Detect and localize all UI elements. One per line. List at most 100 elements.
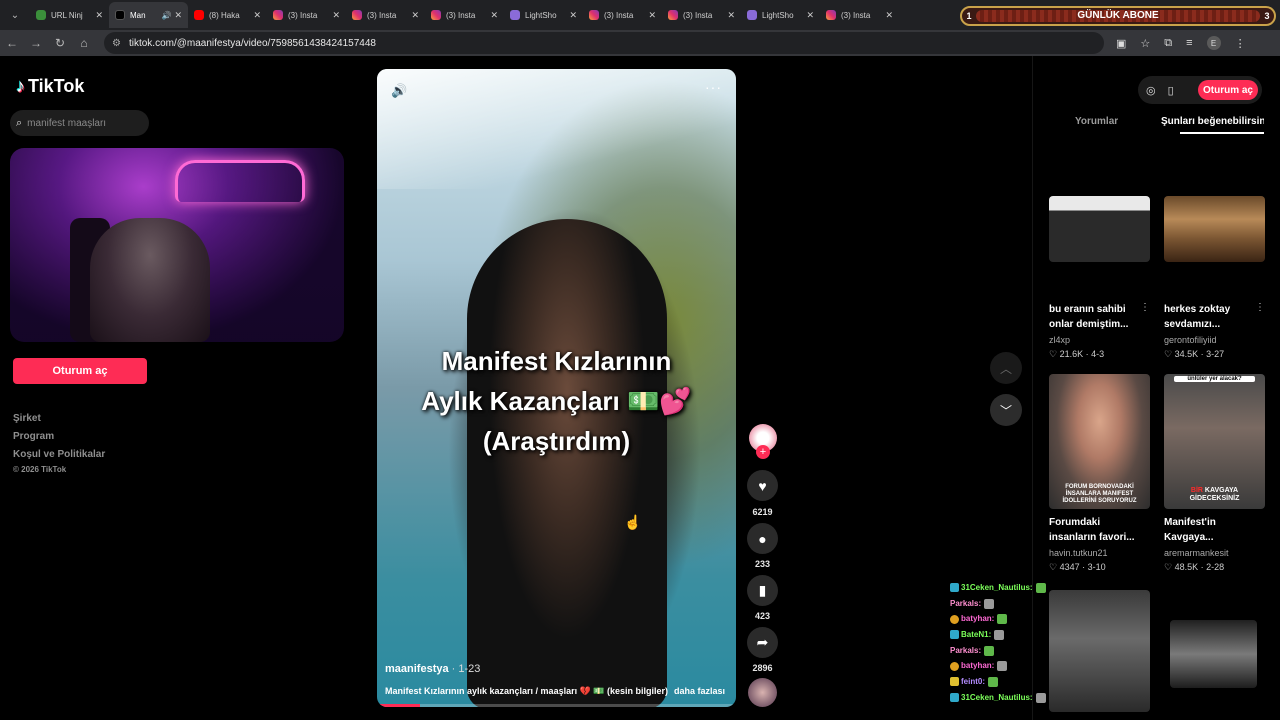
forward-icon[interactable]: → (24, 36, 48, 50)
tab-related[interactable]: Şunları beğenebilirsin (1161, 116, 1264, 127)
url-text: tiktok.com/@maanifestya/video/7598561438… (128, 37, 376, 49)
related-video-author[interactable]: havin.tutkun21 (1049, 548, 1108, 558)
extensions-icon[interactable]: ⧉ (1164, 37, 1172, 50)
related-video-author[interactable]: gerontofiliyiid (1164, 335, 1217, 345)
install-app-icon[interactable]: ▣ (1116, 37, 1126, 50)
browser-tab[interactable]: (3) Insta ✕ (662, 2, 741, 28)
compass-icon[interactable]: ◎ (1146, 84, 1156, 97)
link-company[interactable]: Şirket (13, 412, 105, 430)
tab-close-icon[interactable]: ✕ (806, 10, 814, 21)
tab-title: URL Ninj (51, 10, 83, 20)
home-icon[interactable]: ⌂ (72, 36, 96, 50)
instagram-favicon-icon (431, 10, 441, 20)
chat-username: BateN1: (961, 630, 992, 640)
related-video-thumbnail[interactable] (1049, 196, 1150, 262)
related-video-author[interactable]: aremarmankesit (1164, 548, 1229, 558)
related-video-title[interactable]: Forumdaki insanların favori... (1049, 515, 1139, 545)
device-icon[interactable]: ▯ (1168, 84, 1174, 97)
tab-close-icon[interactable]: ✕ (569, 10, 577, 21)
link-terms[interactable]: Koşul ve Politikalar (13, 448, 105, 466)
video-player[interactable]: 🔊 ··· Manifest Kızlarının Aylık Kazançla… (377, 69, 736, 707)
browser-tab[interactable]: (3) Insta ✕ (583, 2, 662, 28)
browser-tab[interactable]: URL Ninj ✕ (30, 2, 109, 28)
previous-video-button[interactable]: ︿ (990, 352, 1022, 384)
tab-close-icon[interactable]: ✕ (332, 10, 340, 21)
search-input[interactable]: ⌕ manifest maaşları (10, 110, 149, 136)
media-control-icon[interactable]: ≡ (1186, 37, 1192, 49)
share-button[interactable]: ➦ (747, 627, 778, 658)
profile-avatar[interactable]: E (1206, 36, 1221, 50)
sidebar-signin-button[interactable]: Oturum aç (13, 358, 147, 384)
instagram-favicon-icon (273, 10, 283, 20)
related-video-thumbnail[interactable] (1164, 196, 1265, 262)
card-more-icon[interactable]: ⋮ (1140, 302, 1150, 313)
more-options-icon[interactable]: ··· (705, 79, 722, 95)
browser-tab[interactable]: LightSho ✕ (741, 2, 820, 28)
tab-audio-icon[interactable]: 🔊 (161, 11, 171, 20)
browser-tab[interactable]: (3) Insta ✕ (346, 2, 425, 28)
streamer-figure (90, 218, 210, 342)
browser-tab[interactable]: (3) Insta ✕ (425, 2, 504, 28)
chat-badge-icon (950, 583, 959, 593)
related-video-thumbnail[interactable]: ünlüler yer alacak? BİR KAVGAYA GİDECEKS… (1164, 374, 1265, 509)
card-more-icon[interactable]: ⋮ (1255, 302, 1265, 313)
chevron-down-icon: ﹀ (999, 403, 1012, 418)
header-signin-button[interactable]: Oturum aç (1198, 80, 1258, 100)
site-info-icon[interactable]: ⚙ (112, 38, 121, 49)
tab-close-icon[interactable]: ✕ (885, 10, 893, 21)
follow-plus-icon[interactable]: + (756, 445, 770, 459)
tab-title: Man (130, 10, 146, 20)
bookmark-icon: ▮ (758, 582, 767, 598)
next-video-button[interactable]: ﹀ (990, 394, 1022, 426)
tab-close-icon[interactable]: ✕ (648, 10, 656, 21)
related-video-title[interactable]: herkes zoktay sevdamızı... (1164, 302, 1254, 332)
chrome-menu-icon[interactable]: ⋮ (1235, 37, 1246, 50)
browser-tab[interactable]: (3) Insta ✕ (820, 2, 899, 28)
tab-search-icon[interactable]: ⌄ (4, 4, 26, 26)
related-video-thumbnail[interactable] (1049, 590, 1150, 712)
comment-button[interactable]: ● (747, 523, 778, 554)
tiktok-logo[interactable]: ♪ TikTok (16, 76, 84, 97)
related-video-title[interactable]: Manifest'in Kavgaya... (1164, 515, 1254, 545)
link-program[interactable]: Program (13, 430, 105, 448)
tab-active-underline (1180, 132, 1264, 134)
related-video-title[interactable]: bu eranın sahibi onlar demiştim... (1049, 302, 1139, 332)
stream-chat-overlay: 31Ceken_Nautilus: Parkals: batyhan: BateN1:… (950, 580, 1046, 706)
music-disc[interactable] (748, 678, 777, 707)
tab-close-icon[interactable]: ✕ (411, 10, 419, 21)
tab-close-icon[interactable]: ✕ (490, 10, 498, 21)
author-name[interactable]: maanifestya (385, 663, 449, 675)
url-field[interactable]: ⚙ tiktok.com/@maanifestya/video/75985614… (104, 32, 1104, 54)
related-video-thumbnail[interactable] (1170, 620, 1257, 688)
volume-icon[interactable]: 🔊 (391, 83, 407, 99)
video-progress-track[interactable] (377, 704, 736, 707)
tab-close-icon[interactable]: ✕ (253, 10, 261, 21)
neon-sign (175, 160, 305, 202)
like-button[interactable]: ♥ (747, 470, 778, 501)
related-video-thumbnail[interactable]: FORUM BORNOVADAKİ İNSANLARA MANIFEST İDO… (1049, 374, 1150, 509)
tab-close-icon[interactable]: ✕ (727, 10, 735, 21)
tab-close-icon[interactable]: ✕ (174, 10, 182, 21)
chat-badge-icon (950, 630, 959, 640)
video-author[interactable]: maanifestya · 1-23 (385, 663, 480, 675)
tab-title: (3) Insta (288, 10, 318, 20)
lightshot-favicon-icon (747, 10, 757, 20)
see-more-link[interactable]: daha fazlası (674, 686, 725, 696)
instagram-favicon-icon (668, 10, 678, 20)
save-button[interactable]: ▮ (747, 575, 778, 606)
browser-tab[interactable]: Man 🔊 ✕ (109, 2, 188, 28)
tab-comments[interactable]: Yorumlar (1075, 116, 1118, 127)
instagram-favicon-icon (352, 10, 362, 20)
instagram-favicon-icon (589, 10, 599, 20)
reload-icon[interactable]: ↻ (48, 36, 72, 50)
browser-tab[interactable]: (8) Haka ✕ (188, 2, 267, 28)
related-video-author[interactable]: zl4xp (1049, 335, 1070, 345)
browser-tab[interactable]: (3) Insta ✕ (267, 2, 346, 28)
browser-tab[interactable]: LightSho ✕ (504, 2, 583, 28)
video-description: Manifest Kızlarının aylık kazançları / m… (385, 686, 725, 697)
back-icon[interactable]: ← (0, 36, 24, 50)
tab-close-icon[interactable]: ✕ (95, 10, 103, 21)
description-text: Manifest Kızlarının aylık kazançları / m… (385, 686, 669, 696)
related-video-stats: ♡ 34.5K · 3-27 (1164, 349, 1225, 359)
bookmark-star-icon[interactable]: ☆ (1140, 37, 1150, 50)
